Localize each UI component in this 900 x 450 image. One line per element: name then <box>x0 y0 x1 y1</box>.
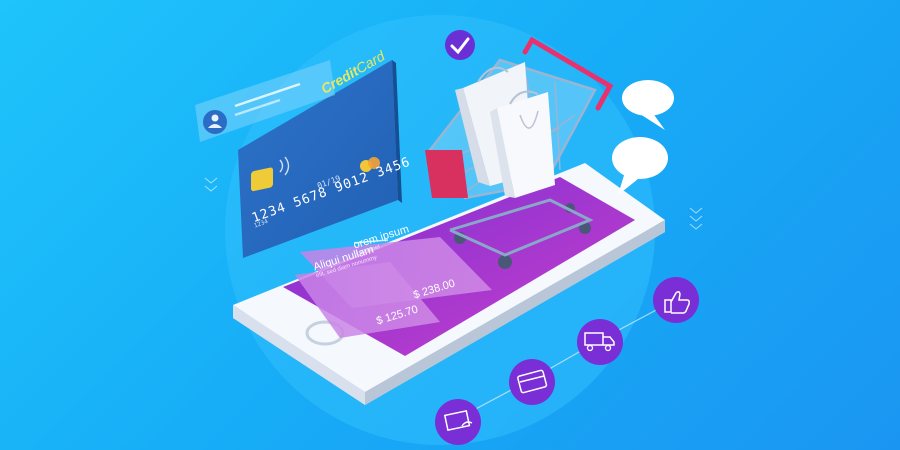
illustration-canvas <box>195 15 703 445</box>
thumbs-up-icon[interactable] <box>653 277 699 323</box>
chevron-decoration-2 <box>689 207 703 230</box>
speech-bubble-icon <box>622 80 674 130</box>
check-icon <box>445 30 475 60</box>
chevron-decoration <box>204 177 218 192</box>
delivery-truck-icon[interactable] <box>577 319 623 365</box>
user-icon <box>203 110 227 134</box>
payment-hand-icon[interactable] <box>435 399 481 445</box>
ecommerce-illustration: CreditCard 1234 5678 9012 3456 01/19 123… <box>0 0 900 450</box>
credit-card-icon[interactable] <box>509 359 555 405</box>
